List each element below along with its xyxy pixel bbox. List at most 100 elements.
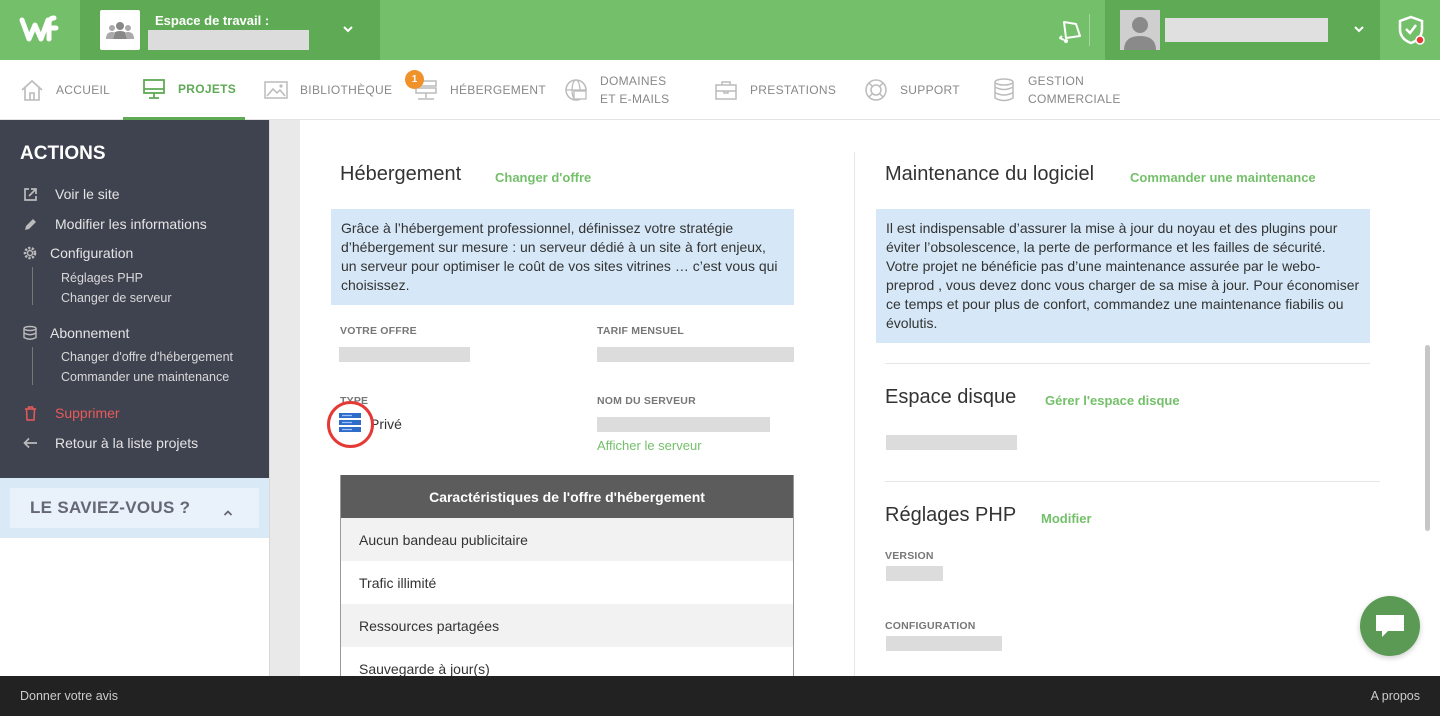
nav-domaines-line2: ET E-MAILS xyxy=(600,92,670,106)
sidebar-item-supprimer[interactable]: Supprimer xyxy=(22,405,120,421)
type-value: Privé xyxy=(370,416,402,432)
nav-domaines-line1: DOMAINES xyxy=(600,74,667,88)
highlight-circle xyxy=(327,401,374,448)
sidebar-item-modifier[interactable]: Modifier les informations xyxy=(22,216,207,232)
divider xyxy=(1089,14,1090,46)
votre-offre-value-redacted xyxy=(339,347,470,362)
commander-maintenance-link[interactable]: Commander une maintenance xyxy=(1130,170,1316,185)
nav-prestations[interactable]: PRESTATIONS xyxy=(714,60,836,120)
scrollbar-thumb[interactable] xyxy=(1425,345,1430,531)
gerer-espace-link[interactable]: Gérer l'espace disque xyxy=(1045,393,1180,408)
table-row: Sauvegarde à jour(s) xyxy=(359,660,490,677)
workspace-name-redacted xyxy=(148,30,309,50)
logo-icon xyxy=(19,15,59,42)
sidebar-item-configuration[interactable]: Configuration xyxy=(22,245,133,261)
nav-domaines[interactable]: DOMAINES ET E-MAILS xyxy=(564,60,669,120)
nav-accueil[interactable]: ACCUEIL xyxy=(20,60,110,120)
workspace-selector[interactable]: Espace de travail : xyxy=(80,0,380,60)
user-name-redacted xyxy=(1165,18,1328,42)
image-icon xyxy=(264,80,288,100)
main-navigation: ACCUEIL PROJETS BIBLIOTHÈQUE HÉBERGEMENT… xyxy=(0,60,1440,120)
top-bar: Espace de travail : xyxy=(0,0,1440,60)
table-row: Trafic illimité xyxy=(359,574,437,591)
nav-bibliotheque[interactable]: BIBLIOTHÈQUE xyxy=(264,60,392,120)
saviez-vous-toggle[interactable]: LE SAVIEZ-VOUS ? xyxy=(10,488,259,528)
tarif-value-redacted xyxy=(597,347,794,362)
user-menu[interactable] xyxy=(1105,0,1380,60)
home-icon xyxy=(20,79,44,101)
saviez-vous-label: LE SAVIEZ-VOUS ? xyxy=(30,498,191,517)
features-table-header: Caractéristiques de l'offre d'hébergemen… xyxy=(341,475,793,518)
footer: Donner votre avis A propos xyxy=(0,676,1440,716)
sidebar-item-changer-offre[interactable]: Changer d'offre d'hébergement xyxy=(61,350,233,364)
actions-title: ACTIONS xyxy=(20,143,106,164)
nav-gestion-line1: GESTION xyxy=(1028,74,1085,88)
tree-line xyxy=(32,267,33,305)
coins-icon xyxy=(992,77,1016,103)
saviez-vous-panel: LE SAVIEZ-VOUS ? xyxy=(0,478,269,538)
table-row: Aucun bandeau publicitaire xyxy=(341,518,793,561)
espace-disque-title: Espace disque xyxy=(885,386,1017,408)
maintenance-title: Maintenance du logiciel xyxy=(885,163,1095,185)
sidebar: ACTIONS Voir le site Modifier les inform… xyxy=(0,120,270,676)
espace-disque-value-redacted xyxy=(886,435,1017,450)
trash-icon xyxy=(22,405,38,421)
globe-mail-icon xyxy=(564,78,588,102)
divider xyxy=(885,481,1380,482)
sidebar-item-reglages-php[interactable]: Réglages PHP xyxy=(61,271,143,285)
configuration-label: CONFIGURATION xyxy=(885,620,976,632)
serveur-label: NOM DU SERVEUR xyxy=(597,395,696,407)
features-table: Caractéristiques de l'offre d'hébergemen… xyxy=(340,475,794,676)
serveur-value-redacted xyxy=(597,417,770,432)
sidebar-item-retour[interactable]: Retour à la liste projets xyxy=(22,435,198,451)
maintenance-info-box: Il est indispensable d’assurer la mise à… xyxy=(876,209,1370,343)
nav-hebergement[interactable]: HÉBERGEMENT xyxy=(414,60,546,120)
sidebar-item-changer-serveur[interactable]: Changer de serveur xyxy=(61,291,171,305)
reglages-php-title: Réglages PHP xyxy=(885,504,1017,526)
lifebuoy-icon xyxy=(864,78,888,102)
briefcase-icon xyxy=(714,79,738,101)
database-icon xyxy=(22,325,38,341)
tarif-label: TARIF MENSUEL xyxy=(597,325,684,337)
chevron-down-icon[interactable] xyxy=(342,22,354,40)
notification-bell-icon[interactable] xyxy=(1052,12,1088,48)
hebergement-info-box: Grâce à l’hébergement professionnel, déf… xyxy=(331,209,794,305)
tree-line xyxy=(32,347,33,385)
chat-button[interactable] xyxy=(1360,596,1420,656)
version-label: VERSION xyxy=(885,550,934,562)
donner-avis-link[interactable]: Donner votre avis xyxy=(20,689,118,703)
chat-bubble-icon xyxy=(1376,615,1404,637)
nav-projets[interactable]: PROJETS xyxy=(123,60,245,120)
sidebar-item-commander-maintenance[interactable]: Commander une maintenance xyxy=(61,370,229,384)
logo[interactable] xyxy=(0,0,80,60)
changer-offre-link[interactable]: Changer d'offre xyxy=(495,170,591,185)
version-value-redacted xyxy=(886,566,943,581)
chevron-down-icon[interactable] xyxy=(1353,22,1365,40)
external-link-icon xyxy=(22,187,38,202)
avatar xyxy=(1120,10,1160,50)
afficher-serveur-link[interactable]: Afficher le serveur xyxy=(597,438,702,453)
configuration-value-redacted xyxy=(886,636,1002,651)
votre-offre-label: VOTRE OFFRE xyxy=(340,325,417,337)
table-row: Ressources partagées xyxy=(341,604,793,647)
sidebar-item-abonnement[interactable]: Abonnement xyxy=(22,325,129,341)
modifier-php-link[interactable]: Modifier xyxy=(1041,511,1092,526)
notification-badge: 1 xyxy=(405,70,424,89)
workspace-label: Espace de travail : xyxy=(155,13,270,28)
monitor-icon xyxy=(142,78,166,100)
nav-gestion-commerciale[interactable]: GESTION COMMERCIALE xyxy=(992,60,1121,120)
actions-panel: ACTIONS Voir le site Modifier les inform… xyxy=(0,120,269,478)
divider xyxy=(885,363,1370,364)
nav-support[interactable]: SUPPORT xyxy=(864,60,960,120)
security-shield-icon[interactable] xyxy=(1381,0,1440,60)
chevron-up-icon xyxy=(223,502,233,522)
workspace-group-icon xyxy=(100,10,140,50)
nav-gestion-line2: COMMERCIALE xyxy=(1028,92,1121,106)
column-divider xyxy=(854,152,855,676)
arrow-left-icon xyxy=(22,437,38,449)
a-propos-link[interactable]: A propos xyxy=(1371,689,1420,703)
sidebar-item-voir-site[interactable]: Voir le site xyxy=(22,186,120,202)
gear-icon xyxy=(22,245,38,261)
pencil-icon xyxy=(22,217,38,232)
hebergement-title: Hébergement xyxy=(340,163,462,185)
